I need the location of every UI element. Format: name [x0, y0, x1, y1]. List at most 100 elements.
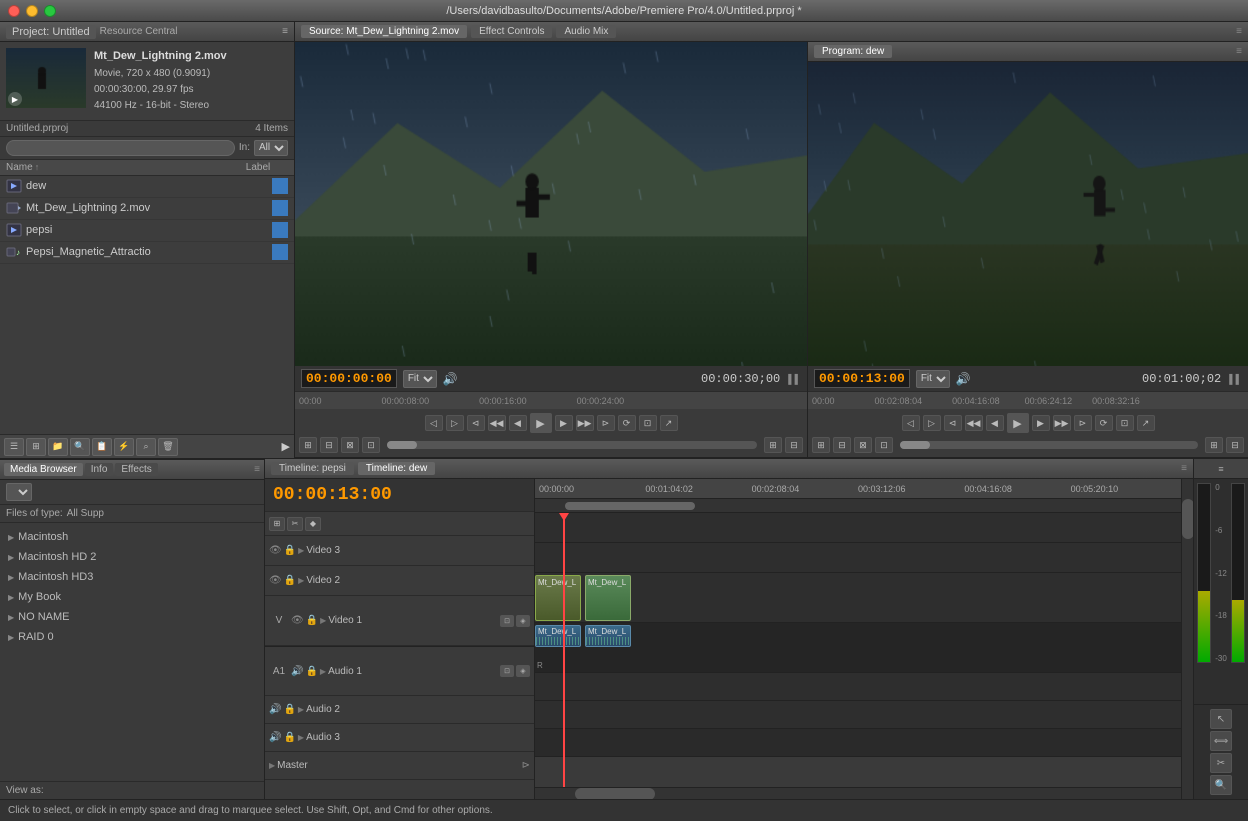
info-tab[interactable]: Info — [85, 463, 114, 476]
a1-speaker[interactable]: 🔊 — [291, 666, 303, 677]
source-speaker-icon[interactable]: 🔊 — [443, 372, 458, 386]
v1-sync-lock[interactable]: ⊡ — [500, 615, 514, 627]
track-v1-clips[interactable]: Mt_Dew_L Mt_Dew_L — [535, 573, 1181, 623]
a1-lock[interactable]: 🔒 — [305, 666, 317, 677]
find-btn[interactable]: ⌕ — [136, 438, 156, 456]
mb-item-macintosh-hd3[interactable]: ▶ Macintosh HD3 — [0, 567, 264, 587]
prog-btn-extra4[interactable]: ⊡ — [875, 437, 893, 453]
source-play-out[interactable]: ⊳ — [597, 415, 615, 431]
a2-expand[interactable]: ▶ — [298, 705, 304, 714]
track-v2-clips[interactable] — [535, 543, 1181, 573]
track-a1-clips[interactable]: L R Mt_Dew_L Mt_Dew_L — [535, 623, 1181, 673]
automate-btn[interactable]: ⚡ — [114, 438, 134, 456]
prog-play-out[interactable]: ⊳ — [1074, 415, 1092, 431]
icon-view-btn[interactable]: ⊞ — [26, 438, 46, 456]
a1-clip2[interactable]: Mt_Dew_L — [585, 625, 631, 647]
zoom-scroll-handle[interactable] — [565, 502, 695, 510]
source-tab[interactable]: Source: Mt_Dew_Lightning 2.mov — [301, 25, 467, 38]
timeline-hscroll-thumb[interactable] — [575, 788, 655, 799]
source-export[interactable]: ↗ — [660, 415, 678, 431]
prog-mark-in[interactable]: ◁ — [902, 415, 920, 431]
prog-play-in[interactable]: ⊲ — [944, 415, 962, 431]
media-browser-tab[interactable]: Media Browser — [4, 463, 83, 476]
source-jog-handle[interactable] — [387, 441, 417, 449]
prog-loop[interactable]: ⟳ — [1095, 415, 1113, 431]
mb-menu-icon[interactable]: ≡ — [254, 464, 260, 475]
mb-item-macintosh[interactable]: ▶ Macintosh — [0, 527, 264, 547]
effect-controls-tab[interactable]: Effect Controls — [471, 25, 552, 38]
tool-select[interactable]: ↖ — [1210, 709, 1232, 729]
program-speaker-icon[interactable]: 🔊 — [956, 372, 971, 386]
v3-eye[interactable]: 👁 — [269, 545, 282, 556]
tool-ripple[interactable]: ⟺ — [1210, 731, 1232, 751]
file-item-pepsi[interactable]: pepsi — [0, 220, 294, 242]
track-a2-clips[interactable] — [535, 673, 1181, 701]
program-jog-handle[interactable] — [900, 441, 930, 449]
a3-lock[interactable]: 🔒 — [283, 732, 295, 743]
tl-marker-btn[interactable]: ◆ — [305, 517, 321, 531]
effects-tab[interactable]: Effects — [115, 463, 157, 476]
timeline-menu-icon[interactable]: ≡ — [1181, 463, 1187, 474]
track-master-clips[interactable] — [535, 729, 1181, 757]
v3-expand[interactable]: ▶ — [298, 546, 304, 555]
source-safe-frames[interactable]: ⊡ — [639, 415, 657, 431]
audio-mix-tab[interactable]: Audio Mix — [556, 25, 616, 38]
tool-zoom[interactable]: 🔍 — [1210, 775, 1232, 795]
v1-eye[interactable]: 👁 — [291, 615, 304, 626]
prog-prev-frame[interactable]: ◀ — [986, 415, 1004, 431]
mb-item-mybook[interactable]: ▶ My Book — [0, 587, 264, 607]
timeline-timecode-display[interactable]: 00:00:13:00 — [265, 479, 534, 512]
resource-central-tab[interactable]: Resource Central — [100, 26, 178, 37]
v2-expand[interactable]: ▶ — [298, 576, 304, 585]
prog-btn-extra6[interactable]: ⊟ — [1226, 437, 1244, 453]
source-monitor-menu[interactable]: ≡ — [1236, 26, 1242, 37]
a2-lock[interactable]: 🔒 — [283, 704, 295, 715]
source-mark-in[interactable]: ◁ — [425, 415, 443, 431]
prog-btn-extra1[interactable]: ⊞ — [812, 437, 830, 453]
timeline-zoom-scroll[interactable] — [535, 499, 1181, 513]
tl-razor-btn[interactable]: ✂ — [287, 517, 303, 531]
prog-play-button[interactable]: ▶ — [1007, 413, 1029, 433]
search-btn[interactable]: 🔍 — [70, 438, 90, 456]
a2-speaker[interactable]: 🔊 — [269, 704, 281, 715]
search-input[interactable] — [6, 140, 235, 156]
source-next-frame[interactable]: ▶ — [555, 415, 573, 431]
source-fit-select[interactable]: Fit — [403, 370, 437, 388]
source-step-fwd[interactable]: ▶▶ — [576, 415, 594, 431]
delete-btn[interactable]: 🗑 — [158, 438, 178, 456]
file-item-pepsi-audio[interactable]: ♪ Pepsi_Magnetic_Attractio — [0, 242, 294, 264]
master-expand[interactable]: ▶ — [269, 761, 275, 770]
panel-expand-btn[interactable]: ▶ — [282, 440, 290, 453]
v1-clip1[interactable]: Mt_Dew_L — [535, 575, 581, 621]
file-item-mtdew[interactable]: Mt_Dew_Lightning 2.mov — [0, 198, 294, 220]
a1-expand[interactable]: ▶ — [320, 667, 326, 676]
a1-sync-lock[interactable]: ⊡ — [500, 665, 514, 677]
a3-speaker[interactable]: 🔊 — [269, 732, 281, 743]
timeline-tab-dew[interactable]: Timeline: dew — [358, 462, 435, 475]
timeline-tab-pepsi[interactable]: Timeline: pepsi — [271, 462, 354, 475]
source-btn-extra3[interactable]: ⊠ — [341, 437, 359, 453]
track-v3-clips[interactable] — [535, 513, 1181, 543]
mb-item-noname[interactable]: ▶ NO NAME — [0, 607, 264, 627]
prog-mark-out[interactable]: ▷ — [923, 415, 941, 431]
tool-razor[interactable]: ✂ — [1210, 753, 1232, 773]
prog-export[interactable]: ↗ — [1137, 415, 1155, 431]
v2-lock[interactable]: 🔒 — [284, 575, 296, 586]
mb-item-macintosh-hd2[interactable]: ▶ Macintosh HD 2 — [0, 547, 264, 567]
prog-btn-extra3[interactable]: ⊠ — [854, 437, 872, 453]
program-jog-bar[interactable] — [900, 441, 1198, 449]
new-item-btn[interactable]: 📋 — [92, 438, 112, 456]
panel-menu-icon[interactable]: ≡ — [282, 26, 288, 37]
prog-step-back[interactable]: ◀◀ — [965, 415, 983, 431]
source-timecode-in[interactable]: 00:00:00:00 — [301, 369, 397, 388]
timeline-hscroll[interactable] — [535, 787, 1181, 799]
source-mark-out[interactable]: ▷ — [446, 415, 464, 431]
v1-keyframe[interactable]: ◈ — [516, 615, 530, 627]
source-prev-frame[interactable]: ◀ — [509, 415, 527, 431]
source-btn-extra1[interactable]: ⊞ — [299, 437, 317, 453]
source-play-button[interactable]: ▶ — [530, 413, 552, 433]
new-bin-btn[interactable]: 📁 — [48, 438, 68, 456]
source-btn-extra5[interactable]: ⊞ — [764, 437, 782, 453]
v3-lock[interactable]: 🔒 — [284, 545, 296, 556]
program-monitor-menu[interactable]: ≡ — [1236, 46, 1242, 57]
